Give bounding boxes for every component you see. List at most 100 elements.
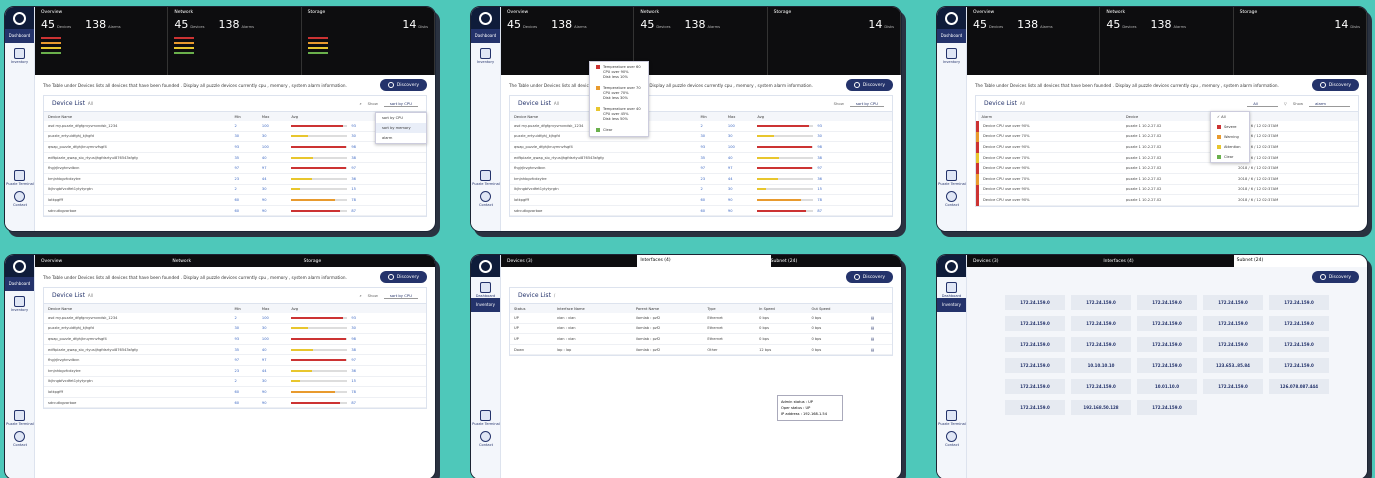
severity-option[interactable]: ✓ All [1211, 112, 1249, 122]
table-row[interactable]: asd my.puzzle_dfgfgrvyvmvndsk_1234 2 100… [510, 121, 892, 132]
table-row[interactable]: qwap_puzzle_dfghjkruymnvfsgf4 93 100 98 [44, 333, 426, 345]
search-icon[interactable]: ⌕ [359, 293, 361, 298]
subnet-tile[interactable]: 172.24.159.0 [1071, 316, 1131, 331]
table-row[interactable]: edftpizzle_qwap_sio_rtyusijhgfdsrtyui876… [510, 152, 892, 164]
nav-terminal[interactable]: Puzzle Terminal [938, 170, 966, 186]
subnet-tile[interactable]: 172.24.159.0 [1269, 337, 1329, 352]
table-row[interactable]: fhgjrjkvghnvdbvn 97 97 97 [44, 162, 426, 174]
nav-contact[interactable]: Contact [13, 191, 27, 207]
sort-option-alarm[interactable]: alarm [376, 133, 426, 143]
filter-option[interactable]: Temperature over 70 CPU over 70% Disk less… [590, 83, 648, 104]
filter-icon[interactable]: ▽ [1284, 101, 1287, 106]
severity-option[interactable]: Clear [1211, 152, 1249, 162]
severity-option[interactable]: Warning [1211, 132, 1249, 142]
subnet-tile[interactable]: 172.24.159.0 [1071, 295, 1131, 310]
severity-option[interactable]: Severe [1211, 122, 1249, 132]
filter-option[interactable]: Temperature over 40 CPU over 45% Disk less… [590, 104, 648, 125]
tab-overview[interactable]: Overview [41, 259, 172, 264]
nav-contact[interactable]: Contact [945, 191, 959, 207]
subnet-tile[interactable]: 10.10.10.10 [1071, 358, 1131, 373]
subnet-tile[interactable]: 126.078.087.444 [1269, 379, 1329, 394]
discovery-button[interactable]: Discovery [379, 271, 427, 283]
subnet-tile[interactable]: 172.24.159.0 [1203, 337, 1263, 352]
sort-select[interactable]: sort by CPU [383, 293, 418, 299]
nav-terminal[interactable]: Puzzle Terminal [472, 170, 500, 186]
subnet-tile[interactable]: 172.24.159.0 [1005, 295, 1065, 310]
detail-icon[interactable]: ▤ [866, 344, 892, 356]
tab-subnet[interactable]: Subnet (24) [1233, 255, 1367, 267]
table-row[interactable]: lkjhngbfvcdfet1ytytyrgtn 2 30 15 [510, 184, 892, 196]
table-row[interactable]: Device CPU use over 90% puzzle 1 10.2.27.… [975, 184, 1358, 196]
subnet-tile[interactable]: 172.24.159.0 [1137, 316, 1197, 331]
subnet-tile[interactable]: 172.24.159.0 [1005, 337, 1065, 352]
nav-inventory[interactable]: Inventory [5, 296, 34, 312]
filter-option[interactable]: Clear [590, 125, 648, 136]
table-row[interactable]: UP vian : vian ilomlab : pzf2 Ethernet 0 bps… [510, 333, 892, 345]
table-row[interactable]: Device CPU use over 70% puzzle 1 10.2.27.… [975, 152, 1358, 164]
nav-contact[interactable]: Contact [479, 191, 493, 207]
tab-devices[interactable]: Devices (3) [973, 259, 1103, 264]
sort-select[interactable]: sort by CPU [383, 101, 418, 107]
subnet-tile[interactable]: 172.24.159.0 [1137, 337, 1197, 352]
subnet-tile[interactable]: 172.24.159.0 [1137, 295, 1197, 310]
detail-icon[interactable]: ▤ [866, 323, 892, 335]
tab-subnet[interactable]: Subnet (24) [771, 259, 901, 264]
table-row[interactable]: UP vian : vian ilomlab : pzf2 Ethernet 0 bps… [510, 323, 892, 335]
subnet-tile[interactable]: 172.24.159.0 [1071, 379, 1131, 394]
discovery-button[interactable]: Discovery [379, 79, 427, 91]
nav-inventory[interactable]: Inventory [471, 48, 500, 64]
nav-dashboard[interactable]: Dashboard [5, 29, 34, 43]
subnet-tile[interactable]: 172.24.159.0 [1005, 400, 1065, 415]
subnet-tile[interactable]: 172.24.159.0 [1071, 337, 1131, 352]
table-row[interactable]: puzzle_ertyuidfghj_kjhgfd 30 30 30 [44, 323, 426, 335]
filter-option[interactable]: Temperature over 60 CPU over 90% Disk less… [590, 62, 648, 83]
table-row[interactable]: kmjnhbgvfcdxytre 23 44 36 [44, 173, 426, 185]
table-row[interactable]: Device CPU use over 90% puzzle 1 10.2.27.… [975, 121, 1358, 132]
table-row[interactable]: edftpizzle_qwap_sio_rtyusijhgfdsrtyui876… [44, 344, 426, 356]
subnet-tile[interactable]: 172.24.159.0 [1269, 358, 1329, 373]
table-row[interactable]: kmjnhbgvfcdxytre 23 44 36 [510, 173, 892, 185]
table-row[interactable]: asd my.puzzle_dfgfgrvyvmvndsk_1234 2 100… [44, 313, 426, 324]
table-row[interactable]: fhgjrjkvghnvdbvn 97 97 97 [510, 162, 892, 174]
table-row[interactable]: qwap_puzzle_dfghjkruymnvfsgf4 93 100 98 [44, 141, 426, 153]
detail-icon[interactable]: ▤ [866, 313, 892, 324]
subnet-tile[interactable]: 172.24.159.0 [1203, 295, 1263, 310]
nav-terminal[interactable]: Puzzle Terminal [6, 170, 34, 186]
nav-terminal[interactable]: Puzzle Terminal [472, 410, 500, 426]
tab-devices[interactable]: Devices (3) [507, 259, 637, 264]
nav-dashboard[interactable]: Dashboard [471, 282, 500, 298]
tab-storage[interactable]: Storage [304, 259, 435, 264]
nav-inventory[interactable]: Inventory [937, 48, 966, 64]
subnet-tile[interactable]: 172.24.159.0 [1203, 316, 1263, 331]
nav-dashboard[interactable]: Dashboard [937, 29, 966, 43]
subnet-tile[interactable]: 172.24.159.0 [1269, 316, 1329, 331]
nav-contact[interactable]: Contact [13, 431, 27, 447]
table-row[interactable]: Device CPU use over 90% puzzle 1 10.2.27.… [975, 162, 1358, 174]
sort-select[interactable]: sort by CPU [849, 101, 884, 107]
table-row[interactable]: puzzle_ertyuidfghj_kjhgfd 30 30 30 [44, 131, 426, 143]
sort-option-cpu[interactable]: sort by CPU [376, 113, 426, 123]
discovery-button[interactable]: Discovery [845, 79, 893, 91]
nav-contact[interactable]: Contact [945, 431, 959, 447]
subnet-tile[interactable]: 172.24.159.0 [1269, 295, 1329, 310]
nav-dashboard[interactable]: Dashboard [937, 282, 966, 298]
nav-dashboard[interactable]: Dashboard [5, 277, 34, 291]
table-row[interactable]: lotkpgfff 60 90 78 [44, 386, 426, 398]
subnet-tile[interactable]: 172.24.159.0 [1005, 316, 1065, 331]
nav-inventory[interactable]: Inventory [937, 298, 966, 312]
subnet-tile[interactable]: 172.24.159.0 [1203, 379, 1263, 394]
table-row[interactable]: edftpizzle_qwap_sio_rtyusijhgfdsrtyui876… [44, 152, 426, 164]
tab-interfaces[interactable]: Interfaces (4) [1103, 259, 1233, 264]
table-row[interactable]: Device CPU use over 90% puzzle 1 10.2.27.… [975, 141, 1358, 153]
table-row[interactable]: sdrcutbgvarboe 60 90 87 [510, 205, 892, 217]
table-row[interactable]: qwap_puzzle_dfghjkruymnvfsgf4 93 100 98 [510, 141, 892, 153]
nav-inventory[interactable]: Inventory [5, 48, 34, 64]
discovery-button[interactable]: Discovery [1311, 79, 1359, 91]
table-row[interactable]: sdrcutbgvarboe 60 90 87 [44, 205, 426, 217]
severity-select[interactable]: All [1247, 101, 1278, 107]
subnet-tile[interactable]: 123.653..85.84 [1203, 358, 1263, 373]
subnet-tile[interactable]: 172.24.159.0 [1005, 379, 1065, 394]
discovery-button[interactable]: Discovery [845, 271, 893, 283]
subnet-tile[interactable]: 10.01.10.0 [1137, 379, 1197, 394]
tab-network[interactable]: Network [172, 259, 303, 264]
